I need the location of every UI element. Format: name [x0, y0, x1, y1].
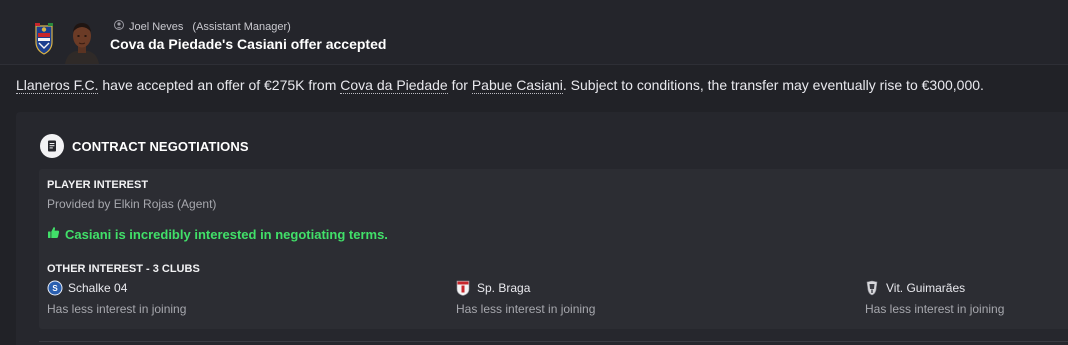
club-name-braga[interactable]: Sp. Braga [477, 281, 530, 295]
club-note: Has less interest in joining [865, 302, 1005, 316]
divider [39, 341, 1068, 342]
panel-title: CONTRACT NEGOTIATIONS [40, 134, 249, 158]
message-view: Joel Neves (Assistant Manager) Cova da P… [0, 0, 1068, 345]
club-name-schalke[interactable]: Schalke 04 [68, 281, 127, 295]
sender-line: Joel Neves (Assistant Manager) [114, 20, 291, 33]
person-icon [114, 20, 124, 33]
document-icon [40, 134, 64, 158]
player-link[interactable]: Pabue Casiani [471, 77, 563, 94]
club-note: Has less interest in joining [47, 302, 187, 316]
interest-statement-text: Casiani is incredibly interested in nego… [65, 226, 388, 242]
braga-crest-icon [456, 280, 470, 296]
svg-text:S: S [52, 284, 58, 293]
player-interest-label: PLAYER INTEREST [47, 179, 149, 191]
interested-club: S Schalke 04 Has less interest in joinin… [47, 279, 347, 316]
selling-club-link[interactable]: Llaneros F.C. [16, 77, 99, 94]
interested-club: Vit. Guimarães Has less interest in join… [865, 279, 1068, 316]
panel-title-text: CONTRACT NEGOTIATIONS [72, 138, 249, 154]
contract-negotiations-panel: CONTRACT NEGOTIATIONS PLAYER INTEREST Pr… [16, 112, 1068, 345]
provided-by-text: Provided by Elkin Rojas (Agent) [47, 197, 217, 211]
message-subject: Cova da Piedade's Casiani offer accepted [110, 36, 387, 52]
schalke-crest-icon: S [47, 280, 63, 296]
club-note: Has less interest in joining [456, 302, 596, 316]
avatar[interactable] [62, 20, 102, 64]
interested-club: Sp. Braga Has less interest in joining [456, 279, 756, 316]
message-header: Joel Neves (Assistant Manager) Cova da P… [0, 0, 1068, 65]
club-name-guimaraes[interactable]: Vit. Guimarães [886, 281, 965, 295]
player-interest-section: PLAYER INTEREST Provided by Elkin Rojas … [39, 169, 1068, 329]
message-body: Llaneros F.C. have accepted an offer of … [16, 77, 984, 94]
interest-statement: Casiani is incredibly interested in nego… [47, 226, 388, 242]
sender-name[interactable]: Joel Neves [129, 21, 183, 33]
buying-club-link[interactable]: Cova da Piedade [340, 77, 448, 94]
body-text-3: . Subject to conditions, the transfer ma… [562, 77, 984, 93]
sender-role: (Assistant Manager) [192, 20, 291, 33]
body-text-2: for [447, 77, 472, 93]
other-interest-label: OTHER INTEREST - 3 CLUBS [47, 263, 200, 275]
body-text-1: have accepted an offer of €275K from [98, 77, 341, 93]
thumbs-up-icon [47, 226, 60, 242]
club-badge-icon [32, 22, 56, 56]
guimaraes-crest-icon [865, 280, 879, 296]
